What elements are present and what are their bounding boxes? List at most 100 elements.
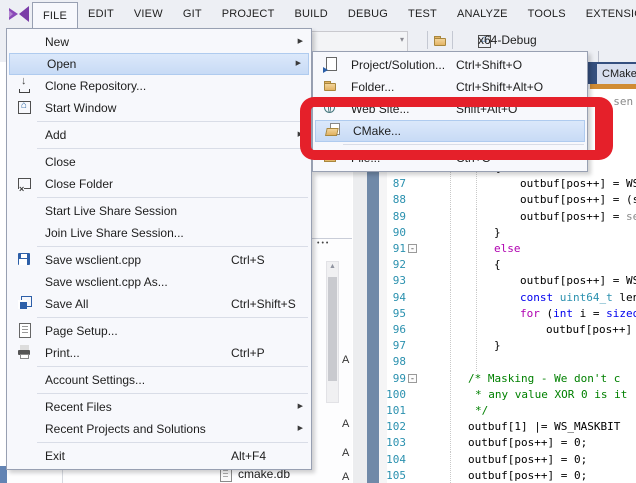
toolbar-disabled-combobox[interactable]: ▾ <box>310 31 408 52</box>
menu-item-new[interactable]: New▶ <box>7 31 311 53</box>
menubar-item-view[interactable]: VIEW <box>124 0 173 28</box>
pane-divider <box>312 238 352 239</box>
menu-item-close[interactable]: Close <box>7 151 311 173</box>
indent-guide <box>476 322 477 339</box>
menubar-item-debug[interactable]: DEBUG <box>338 0 398 28</box>
toolbar-separator <box>452 31 453 49</box>
menu-item-print[interactable]: Print...Ctrl+P <box>7 342 311 364</box>
menu-item-web-site[interactable]: Web Site...Shift+Alt+O <box>313 98 587 120</box>
fold-collapse-icon[interactable]: - <box>408 244 417 253</box>
code-text: outbuf[pos++] = WS_ <box>520 176 636 192</box>
menu-item-label: Clone Repository... <box>45 75 146 97</box>
code-line: 97} <box>352 338 636 355</box>
start-window-icon <box>17 100 33 116</box>
line-number: 92 <box>382 257 406 273</box>
document-tab-strip: CMake <box>588 28 636 89</box>
menu-item-start-live-share-session[interactable]: Start Live Share Session <box>7 200 311 222</box>
solution-explorer-scrollbar[interactable]: ▲ <box>326 261 339 403</box>
code-text: } <box>494 225 501 241</box>
git-status-badge: A <box>342 447 349 459</box>
code-segment: uint64_t <box>560 291 613 304</box>
visual-studio-window: FILEEDITVIEWGITPROJECTBUILDDEBUGTESTANAL… <box>0 0 636 483</box>
menubar-item-test[interactable]: TEST <box>398 0 447 28</box>
open-folder-icon <box>323 79 339 95</box>
menu-item-close-folder[interactable]: Close Folder <box>7 173 311 195</box>
menu-item-cmake[interactable]: CMake... <box>315 120 585 142</box>
overflow-button[interactable]: ••• <box>317 240 330 247</box>
submenu-arrow-icon: ▶ <box>298 31 303 53</box>
code-segment: outbuf[pos++] = 0; <box>468 453 587 466</box>
menu-item-save-wsclient-cpp[interactable]: Save wsclient.cppCtrl+S <box>7 249 311 271</box>
menu-item-open[interactable]: Open▶ <box>9 53 309 75</box>
menu-item-label: Start Live Share Session <box>45 200 177 222</box>
indent-guide <box>450 273 451 290</box>
line-number: 88 <box>382 192 406 208</box>
line-number: 97 <box>382 338 406 354</box>
code-segment: outbuf[1] |= WS_MASKBIT <box>468 420 620 433</box>
menu-item-join-live-share-session[interactable]: Join Live Share Session... <box>7 222 311 244</box>
code-text: { <box>494 257 501 273</box>
code-segment: outbuf[pos++] = <box>546 323 636 336</box>
code-fragment: = sen <box>600 95 633 108</box>
indent-guide <box>450 403 451 420</box>
menu-item-label: Open <box>47 53 76 75</box>
code-text: } <box>494 338 501 354</box>
code-text: /* Masking - We don't c <box>468 371 620 387</box>
menu-item-recent-files[interactable]: Recent Files▶ <box>7 396 311 418</box>
code-fragment: <= <box>598 144 618 157</box>
menubar-item-analyze[interactable]: ANALYZE <box>447 0 518 28</box>
scrollbar-thumb[interactable] <box>328 277 337 381</box>
menu-item-start-window[interactable]: Start Window <box>7 97 311 119</box>
code-segment: } <box>494 226 501 239</box>
menu-item-account-settings[interactable]: Account Settings... <box>7 369 311 391</box>
indent-guide <box>476 209 477 226</box>
code-text: else <box>494 241 521 257</box>
code-segment: /* Masking - We don't c <box>468 372 620 385</box>
icon-spacer <box>17 154 33 170</box>
menu-item-save-all[interactable]: Save AllCtrl+Shift+S <box>7 293 311 315</box>
code-segment: else <box>494 242 521 255</box>
menubar-item-extensions[interactable]: EXTENSIONS <box>576 0 636 28</box>
menu-item-recent-projects-and-solutions[interactable]: Recent Projects and Solutions▶ <box>7 418 311 440</box>
indent-guide <box>450 452 451 469</box>
menubar-item-project[interactable]: PROJECT <box>212 0 285 28</box>
menubar-item-tools[interactable]: TOOLS <box>518 0 576 28</box>
code-text: outbuf[pos++] = sen <box>520 209 636 225</box>
menubar-item-build[interactable]: BUILD <box>285 0 338 28</box>
code-text: const uint64_t len = <box>520 290 636 306</box>
git-status-badge: A <box>342 471 349 483</box>
file-menu-dropdown: New▶Open▶Clone Repository...Start Window… <box>6 28 312 470</box>
menubar-item-file[interactable]: FILE <box>32 2 78 28</box>
indent-guide <box>450 387 451 404</box>
menu-item-shortcut: Ctrl+Shift+Alt+O <box>456 76 543 98</box>
open-folder-icon[interactable] <box>433 34 449 50</box>
fold-collapse-icon[interactable]: - <box>408 374 417 383</box>
menu-item-label: Save wsclient.cpp As... <box>45 271 168 293</box>
menu-item-folder[interactable]: Folder... Ctrl+Shift+Alt+O <box>313 76 587 98</box>
menu-item-label: Folder... <box>351 76 394 98</box>
code-segment: outbuf[pos++] = 0; <box>468 469 587 482</box>
menu-item-clone-repository[interactable]: Clone Repository... <box>7 75 311 97</box>
configuration-dropdown[interactable]: x64-Debug <box>478 33 537 47</box>
menubar-item-git[interactable]: GIT <box>173 0 212 28</box>
code-line: 88outbuf[pos++] = (se <box>352 192 636 209</box>
git-status-badge: A <box>342 418 349 430</box>
code-line: 101*/ <box>352 403 636 420</box>
code-segment: outbuf[pos++] = 0; <box>468 436 587 449</box>
menu-item-file[interactable]: File...Ctrl+O <box>313 147 587 169</box>
code-segment: */ <box>475 404 488 417</box>
menu-item-page-setup[interactable]: Page Setup... <box>7 320 311 342</box>
page-setup-icon <box>17 323 33 339</box>
chevron-down-icon: ▾ <box>400 35 404 44</box>
menubar-item-edit[interactable]: EDIT <box>78 0 124 28</box>
line-number: 90 <box>382 225 406 241</box>
menu-item-project-solution[interactable]: Project/Solution...Ctrl+Shift+O <box>313 54 587 76</box>
menu-item-save-wsclient-cpp-as[interactable]: Save wsclient.cpp As... <box>7 271 311 293</box>
menu-item-add[interactable]: Add▶ <box>7 124 311 146</box>
code-segment: * any value XOR 0 is it <box>475 388 627 401</box>
tab-cmake[interactable]: CMake <box>597 64 636 84</box>
menu-item-exit[interactable]: ExitAlt+F4 <box>7 445 311 467</box>
scroll-up-arrow-icon[interactable]: ▲ <box>328 263 337 270</box>
code-text: outbuf[pos++] = 0; <box>468 452 587 468</box>
indent-guide <box>476 273 477 290</box>
